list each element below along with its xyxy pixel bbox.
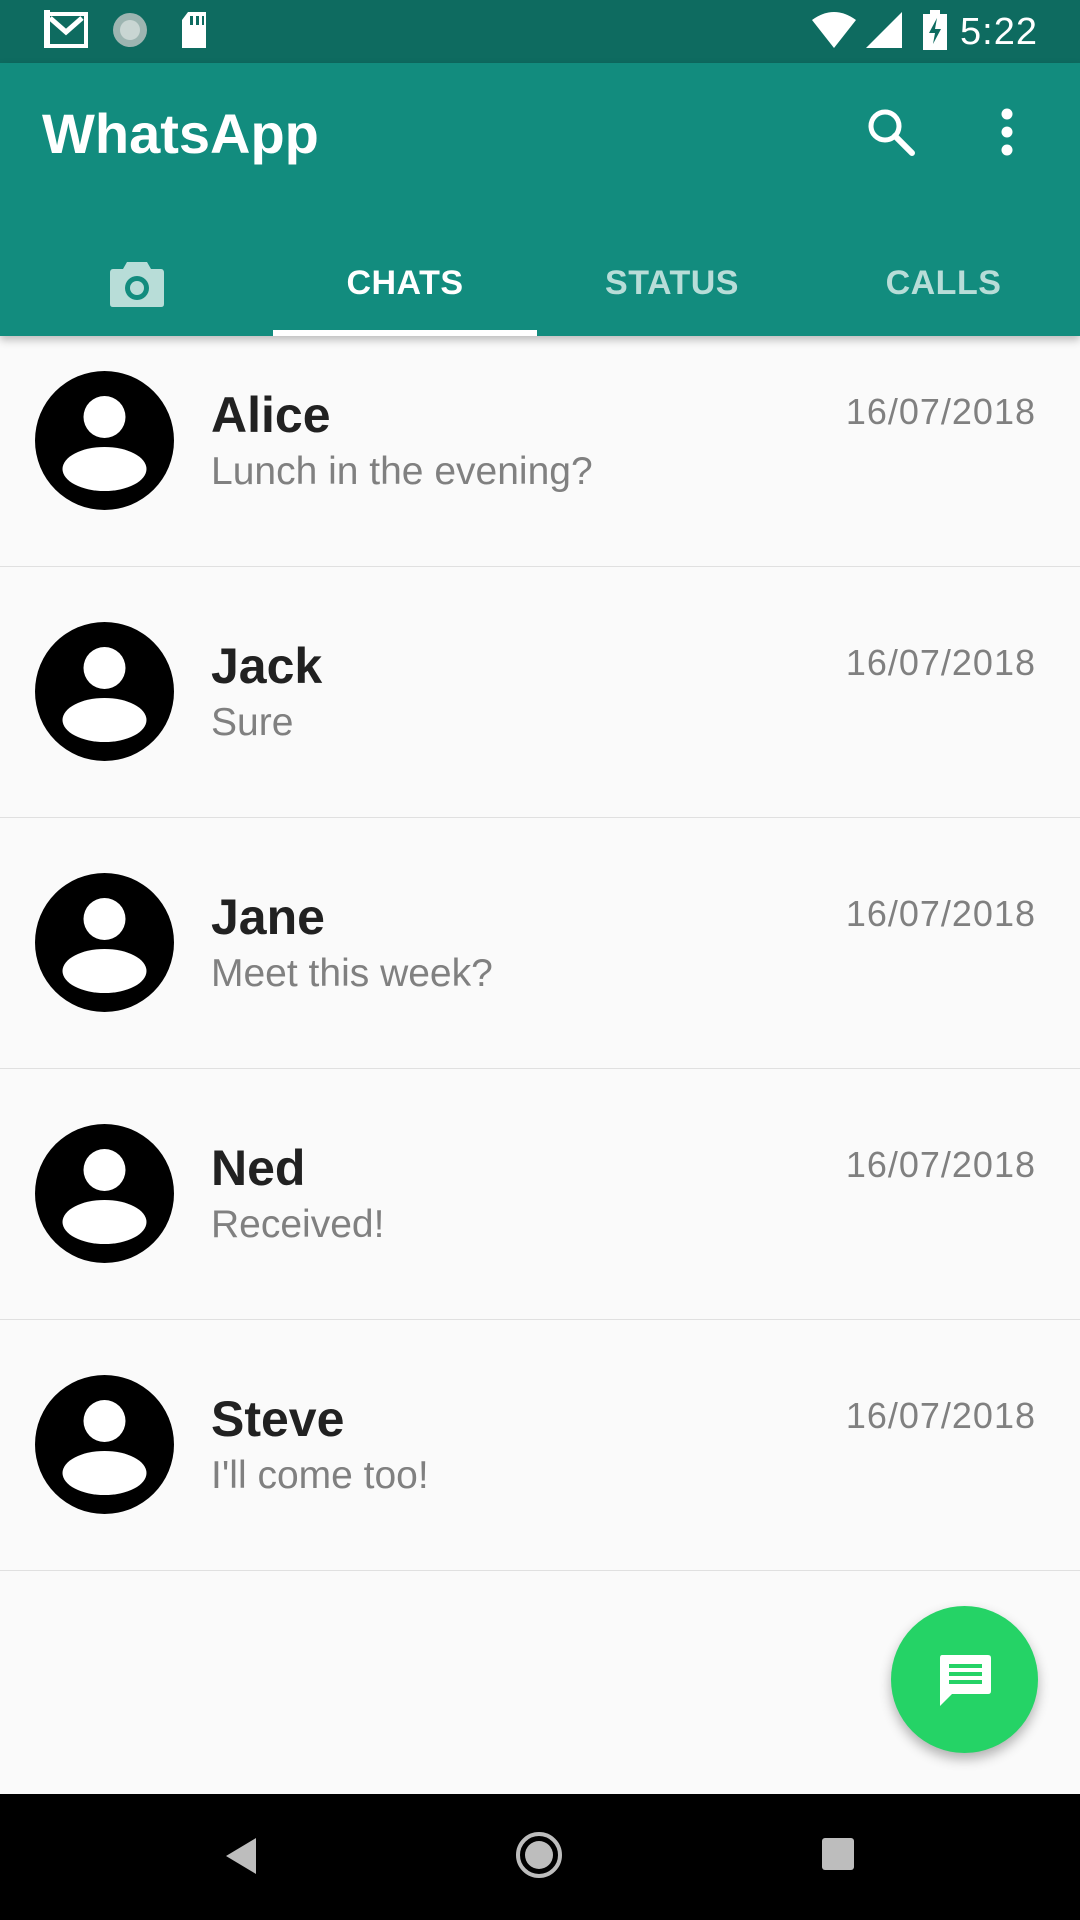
last-message: Sure bbox=[211, 701, 294, 744]
chat-row-alice[interactable]: Alice Lunch in the evening? 16/07/2018 bbox=[0, 336, 1080, 567]
more-vert-icon[interactable] bbox=[990, 105, 1024, 159]
app-title: WhatsApp bbox=[42, 102, 319, 165]
avatar-icon bbox=[35, 371, 174, 510]
chat-list: Alice Lunch in the evening? 16/07/2018 J… bbox=[0, 336, 1080, 1571]
home-icon[interactable] bbox=[514, 1830, 564, 1880]
last-message: I'll come too! bbox=[211, 1454, 429, 1497]
last-message: Received! bbox=[211, 1203, 385, 1246]
chat-date: 16/07/2018 bbox=[845, 1144, 1036, 1185]
chat-date: 16/07/2018 bbox=[845, 391, 1036, 432]
chat-row-jack[interactable]: Jack Sure 16/07/2018 bbox=[0, 567, 1080, 818]
chat-row-jane[interactable]: Jane Meet this week? 16/07/2018 bbox=[0, 818, 1080, 1069]
avatar-icon bbox=[35, 622, 174, 761]
camera-icon bbox=[109, 261, 164, 307]
back-icon[interactable] bbox=[222, 1834, 262, 1878]
last-message: Meet this week? bbox=[211, 952, 493, 995]
avatar-icon bbox=[35, 873, 174, 1012]
cell-signal-icon bbox=[866, 12, 902, 48]
chat-date: 16/07/2018 bbox=[845, 642, 1036, 683]
contact-name: Ned bbox=[211, 1140, 306, 1196]
contact-name: Jack bbox=[211, 638, 323, 694]
active-tab-indicator bbox=[273, 330, 537, 336]
sd-card-icon bbox=[182, 12, 206, 48]
contact-name: Alice bbox=[211, 387, 331, 443]
battery-charging-icon bbox=[923, 10, 947, 50]
sync-icon bbox=[113, 13, 147, 47]
chat-row-ned[interactable]: Ned Received! 16/07/2018 bbox=[0, 1069, 1080, 1320]
last-message: Lunch in the evening? bbox=[211, 450, 593, 493]
wifi-icon bbox=[812, 12, 856, 48]
avatar-icon bbox=[35, 1375, 174, 1514]
navigation-bar bbox=[0, 1794, 1080, 1920]
contact-name: Steve bbox=[211, 1391, 345, 1447]
chat-icon bbox=[939, 1654, 991, 1706]
gmail-icon bbox=[44, 10, 88, 48]
contact-name: Jane bbox=[211, 889, 325, 945]
whatsapp-screen: 5:22 WhatsApp CHATS STATUS CALLS Alice L… bbox=[0, 0, 1080, 1920]
chat-date: 16/07/2018 bbox=[845, 893, 1036, 934]
recents-icon[interactable] bbox=[820, 1836, 856, 1872]
avatar-icon bbox=[35, 1124, 174, 1263]
status-clock: 5:22 bbox=[960, 11, 1038, 53]
status-bar: 5:22 bbox=[0, 0, 1080, 63]
app-bar: WhatsApp CHATS STATUS CALLS bbox=[0, 63, 1080, 336]
tab-bar: CHATS STATUS CALLS bbox=[0, 231, 1080, 336]
chat-date: 16/07/2018 bbox=[845, 1395, 1036, 1436]
tab-calls[interactable]: CALLS bbox=[807, 231, 1080, 336]
tab-chats[interactable]: CHATS bbox=[273, 231, 537, 336]
search-icon[interactable] bbox=[864, 105, 918, 159]
tab-status[interactable]: STATUS bbox=[537, 231, 807, 336]
tab-camera[interactable] bbox=[0, 231, 273, 336]
new-chat-fab[interactable] bbox=[891, 1606, 1038, 1753]
chat-row-steve[interactable]: Steve I'll come too! 16/07/2018 bbox=[0, 1320, 1080, 1571]
